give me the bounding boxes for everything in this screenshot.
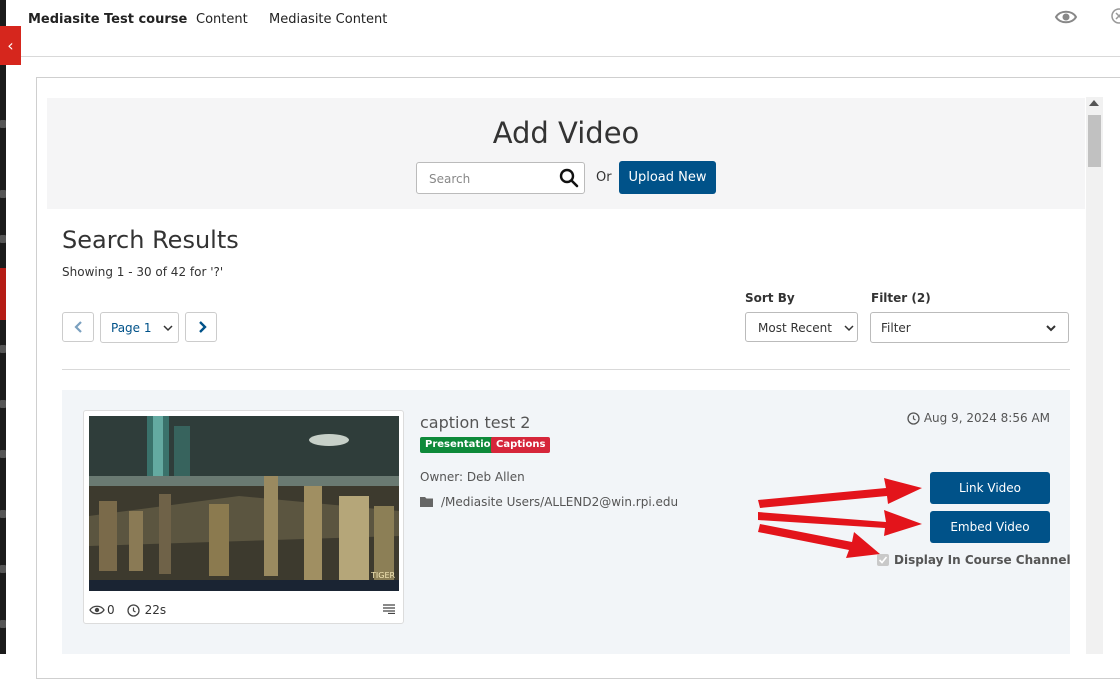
results-count: Showing 1 - 30 of 42 for '?'	[62, 265, 224, 279]
link-video-button[interactable]: Link Video	[930, 472, 1050, 504]
scrollbar[interactable]	[1086, 97, 1103, 654]
thumbnail-image: TIGER	[89, 416, 399, 591]
thumbnail-watermark: TIGER	[370, 571, 396, 580]
collapse-sidebar-button[interactable]: ‹	[0, 26, 21, 65]
sort-by-label: Sort By	[745, 291, 795, 305]
video-thumbnail[interactable]: TIGER	[89, 416, 399, 591]
nav-icon[interactable]	[0, 235, 6, 243]
nav-icon[interactable]	[0, 620, 6, 628]
previous-page-button[interactable]	[62, 312, 94, 342]
chevron-down-icon	[1046, 325, 1056, 332]
active-nav-marker	[0, 268, 6, 320]
video-date-text: Aug 9, 2024 8:56 AM	[923, 411, 1050, 425]
or-label: Or	[596, 170, 612, 185]
nav-icon[interactable]	[0, 450, 6, 458]
menu-lines-icon[interactable]	[383, 604, 395, 614]
nav-icon[interactable]	[0, 190, 6, 198]
video-owner: Owner: Deb Allen	[420, 470, 525, 484]
video-stats: 0 22s	[89, 603, 166, 617]
filter-value: Filter	[881, 321, 911, 335]
clock-icon	[126, 603, 140, 617]
nav-icon[interactable]	[0, 400, 6, 408]
divider	[62, 369, 1070, 370]
video-thumbnail-card[interactable]: TIGER 0 22s	[83, 410, 404, 624]
add-video-header: Add Video Or Upload New	[47, 98, 1085, 209]
results-title: Search Results	[62, 226, 239, 254]
left-nav-strip	[0, 0, 6, 654]
page-title: Add Video	[492, 116, 640, 150]
display-checkbox[interactable]	[877, 554, 889, 566]
scroll-up-icon[interactable]	[1089, 100, 1099, 106]
check-icon	[878, 556, 888, 564]
display-label: Display In Course Channel	[894, 553, 1071, 567]
chevron-down-icon	[163, 325, 173, 332]
filter-select[interactable]: Filter	[870, 312, 1069, 343]
video-date: Aug 9, 2024 8:56 AM	[907, 411, 1050, 425]
breadcrumb-mediasite-content[interactable]: Mediasite Content	[269, 12, 387, 27]
sort-by-select[interactable]: Most Recent	[745, 312, 858, 342]
chevron-left-icon: ‹	[7, 36, 14, 55]
eye-icon[interactable]	[1054, 8, 1078, 26]
view-count: 0	[107, 603, 115, 617]
captions-badge: Captions	[491, 437, 551, 453]
nav-icon[interactable]	[0, 120, 6, 128]
video-path: /Mediasite Users/ALLEND2@win.rpi.edu	[441, 495, 679, 509]
chevron-right-icon	[199, 321, 207, 333]
eye-icon	[89, 605, 105, 615]
next-page-button[interactable]	[185, 312, 217, 342]
page-select[interactable]: Page 1	[100, 312, 179, 343]
upload-new-button[interactable]: Upload New	[619, 161, 716, 194]
search-icon[interactable]	[559, 168, 579, 188]
breadcrumb-course[interactable]: Mediasite Test course	[28, 12, 187, 27]
embed-video-button[interactable]: Embed Video	[930, 511, 1050, 543]
nav-icon[interactable]	[0, 565, 6, 573]
chevron-left-icon	[74, 321, 82, 333]
page-select-value: Page 1	[111, 321, 152, 335]
search-box[interactable]	[416, 162, 585, 195]
nav-icon[interactable]	[0, 510, 6, 518]
display-in-course-channel[interactable]: Display In Course Channel	[877, 553, 1071, 567]
top-bar: Mediasite Test course Content Mediasite …	[6, 0, 1120, 57]
filter-label: Filter (2)	[871, 291, 931, 305]
clock-icon	[907, 411, 920, 425]
breadcrumb-content[interactable]: Content	[196, 12, 248, 27]
nav-icon[interactable]	[0, 345, 6, 353]
scroll-thumb[interactable]	[1088, 115, 1101, 167]
video-title[interactable]: caption test 2	[420, 413, 530, 432]
sort-by-value: Most Recent	[758, 321, 832, 335]
close-icon[interactable]	[1111, 8, 1120, 24]
search-input[interactable]	[427, 163, 556, 195]
chevron-down-icon	[844, 325, 854, 332]
folder-icon	[420, 497, 433, 507]
duration: 22s	[144, 603, 167, 617]
